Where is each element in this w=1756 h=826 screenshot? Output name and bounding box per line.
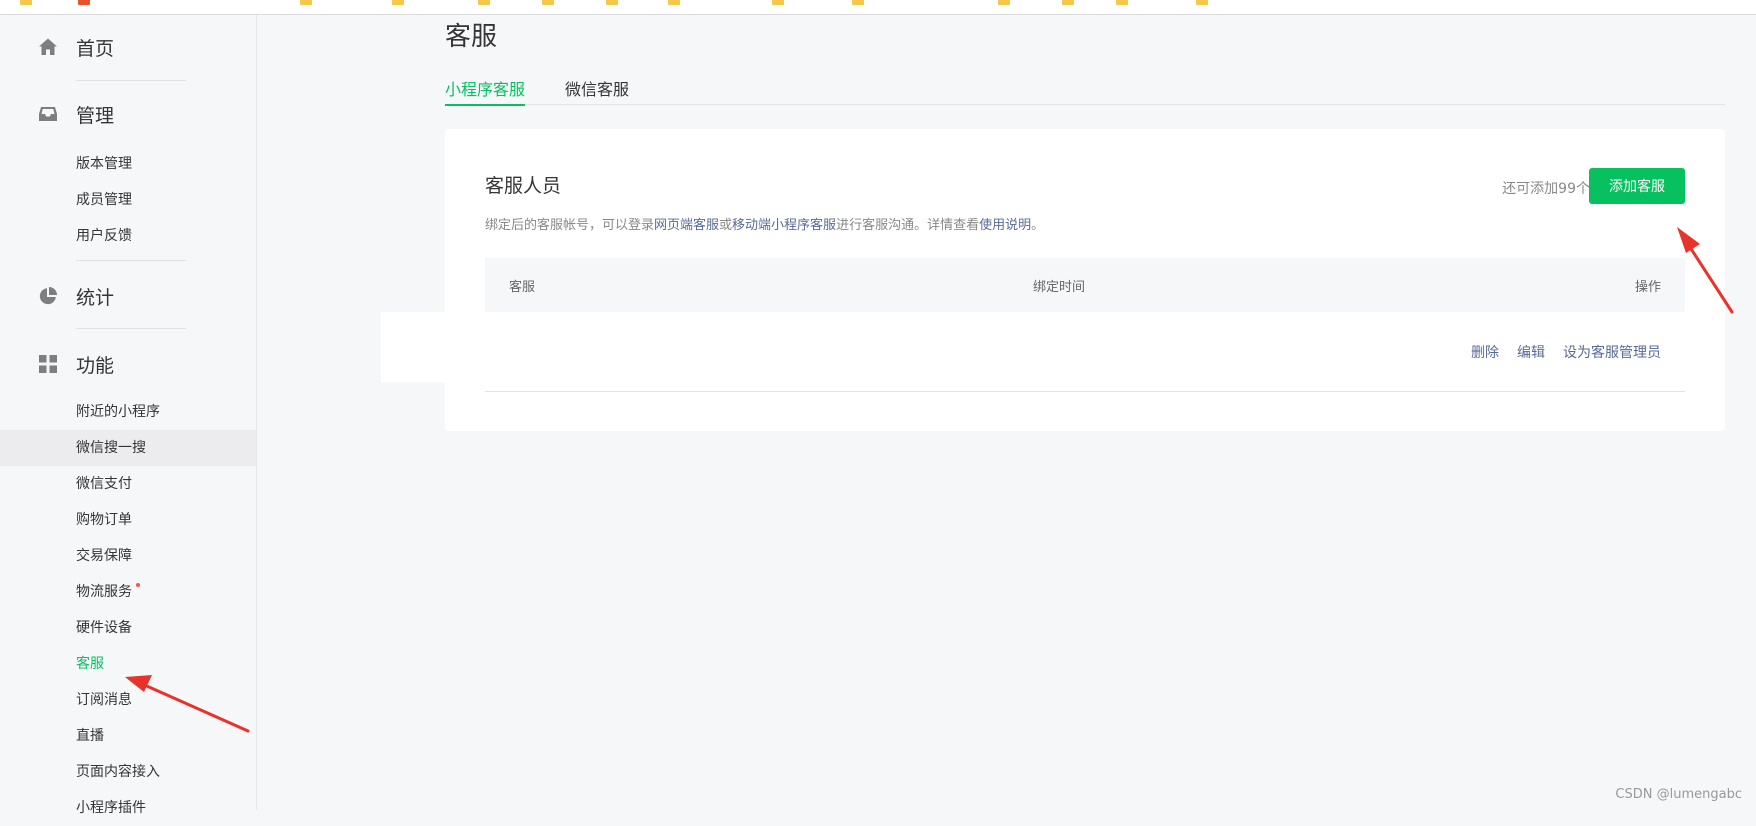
new-badge-dot <box>136 583 140 587</box>
grid-icon <box>38 354 58 374</box>
folder-icon <box>606 0 618 5</box>
folder-icon <box>392 0 404 5</box>
sidebar-item-members[interactable]: 成员管理 <box>0 182 256 218</box>
folder-icon <box>1062 0 1074 5</box>
bookmark-folder[interactable] <box>1062 0 1078 6</box>
sidebar-item-subscribe[interactable]: 订阅消息 <box>0 682 256 718</box>
folder-icon <box>1196 0 1208 5</box>
divider <box>76 260 186 261</box>
sidebar-item-hardware[interactable]: 硬件设备 <box>0 610 256 646</box>
bookmark-folder[interactable] <box>392 0 408 6</box>
folder-icon <box>20 0 32 5</box>
sidebar-item-guarantee[interactable]: 交易保障 <box>0 538 256 574</box>
bookmark-folder[interactable] <box>78 0 94 6</box>
nav-section-home[interactable]: 首页 <box>38 35 115 60</box>
usage-guide-link[interactable]: 使用说明 <box>979 218 1031 233</box>
sidebar-item-feedback[interactable]: 用户反馈 <box>0 218 256 254</box>
bookmark-folder[interactable] <box>300 0 316 6</box>
sidebar-item-plugin[interactable]: 小程序插件 <box>0 790 256 826</box>
inbox-icon <box>38 104 58 124</box>
tab-miniprogram-service[interactable]: 小程序客服 <box>445 76 526 106</box>
web-service-link[interactable]: 网页端客服 <box>654 218 719 233</box>
bookmark-folder[interactable] <box>668 0 684 6</box>
sidebar-item-version[interactable]: 版本管理 <box>0 146 256 182</box>
sidebar-item-live[interactable]: 直播 <box>0 718 256 754</box>
folder-icon <box>542 0 554 5</box>
sidebar-item-logistics[interactable]: 物流服务 <box>0 574 256 610</box>
nav-section-label: 统计 <box>76 286 115 309</box>
pie-chart-icon <box>38 286 58 306</box>
divider <box>76 328 186 329</box>
desc-text: 进行客服沟通。详情查看 <box>836 218 980 233</box>
nav-section-stats[interactable]: 统计 <box>38 284 115 309</box>
bookmark-folder[interactable] <box>852 0 868 6</box>
sidebar-item-orders[interactable]: 购物订单 <box>0 502 256 538</box>
bookmark-folder[interactable] <box>20 0 36 6</box>
sidebar-item-pay[interactable]: 微信支付 <box>0 466 256 502</box>
folder-icon <box>78 0 90 5</box>
sidebar-item-nearby[interactable]: 附近的小程序 <box>0 394 256 430</box>
nav-section-manage[interactable]: 管理 <box>38 102 115 127</box>
folder-icon <box>478 0 490 5</box>
nav-section-features[interactable]: 功能 <box>38 352 115 377</box>
mobile-service-link[interactable]: 移动端小程序客服 <box>732 218 836 233</box>
delete-link[interactable]: 删除 <box>1471 342 1499 362</box>
sidebar-item-customer-service[interactable]: 客服 <box>0 646 256 682</box>
bookmark-folder[interactable] <box>606 0 622 6</box>
desc-text: 或 <box>719 218 733 233</box>
page-title: 客服 <box>445 22 498 52</box>
desc-text: 绑定后的客服帐号，可以登录 <box>485 218 655 233</box>
sidebar-item-search[interactable]: 微信搜一搜 <box>0 430 256 466</box>
sidebar: 首页 管理 版本管理 成员管理 用户反馈 统计 功能 附近的小程序 微信搜一搜 … <box>0 15 257 816</box>
column-header-bind-time: 绑定时间 <box>1033 280 1086 295</box>
home-icon <box>38 37 58 57</box>
card-title: 客服人员 <box>485 175 562 197</box>
bookmark-folder[interactable] <box>1116 0 1132 6</box>
folder-icon <box>300 0 312 5</box>
bookmark-folder[interactable] <box>772 0 788 6</box>
bookmark-folder[interactable] <box>998 0 1014 6</box>
set-admin-link[interactable]: 设为客服管理员 <box>1563 342 1661 362</box>
column-header-service: 客服 <box>509 280 536 295</box>
divider <box>76 80 186 81</box>
nav-section-label: 管理 <box>76 104 115 127</box>
edit-link[interactable]: 编辑 <box>1517 342 1545 362</box>
column-header-actions: 操作 <box>1634 280 1661 295</box>
bookmark-bar <box>0 0 1756 15</box>
folder-icon <box>1116 0 1128 5</box>
desc-text: 。 <box>1031 218 1045 233</box>
card-description: 绑定后的客服帐号，可以登录网页端客服或移动端小程序客服进行客服沟通。详情查看使用… <box>485 214 1044 233</box>
folder-icon <box>772 0 784 5</box>
table-header: 客服 绑定时间 操作 <box>485 258 1685 312</box>
add-service-button[interactable]: 添加客服 <box>1589 168 1685 204</box>
bookmark-folder[interactable] <box>1196 0 1212 6</box>
watermark: CSDN @lumengabc <box>1615 787 1742 802</box>
nav-section-label: 功能 <box>76 354 115 377</box>
table-row: 删除 编辑 设为客服管理员 <box>381 312 1685 392</box>
bookmark-folder[interactable] <box>478 0 494 6</box>
row-actions: 删除 编辑 设为客服管理员 <box>1471 342 1661 362</box>
redacted-area <box>381 312 691 382</box>
folder-icon <box>998 0 1010 5</box>
folder-icon <box>852 0 864 5</box>
service-staff-card: 客服人员 还可添加99个 添加客服 绑定后的客服帐号，可以登录网页端客服或移动端… <box>381 129 1725 431</box>
nav-section-label: 首页 <box>76 37 115 60</box>
tab-bar: 小程序客服 微信客服 <box>445 70 1725 106</box>
bookmark-folder[interactable] <box>542 0 558 6</box>
remaining-count: 还可添加99个 <box>1502 181 1590 197</box>
sidebar-item-label: 物流服务 <box>76 584 132 600</box>
folder-icon <box>668 0 680 5</box>
sidebar-item-content[interactable]: 页面内容接入 <box>0 754 256 790</box>
tab-wechat-service[interactable]: 微信客服 <box>565 76 629 104</box>
